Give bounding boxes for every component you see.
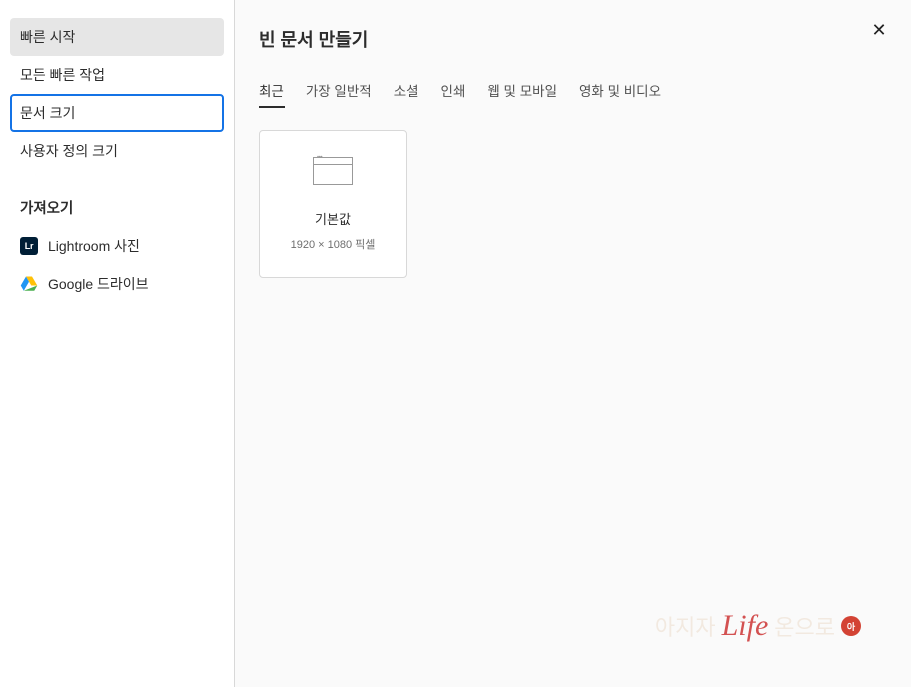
preset-dimensions: 1920 × 1080 픽셀: [291, 236, 376, 252]
tab-common[interactable]: 가장 일반적: [306, 80, 372, 108]
sidebar-item-google-drive[interactable]: Google 드라이브: [10, 265, 224, 303]
tab-web-mobile[interactable]: 웹 및 모바일: [487, 80, 557, 108]
close-button[interactable]: ✕: [867, 18, 891, 42]
sidebar-item-quick-start[interactable]: 빠른 시작: [10, 18, 224, 56]
import-section-title: 가져오기: [10, 188, 224, 227]
tab-list: 최근 가장 일반적 소셜 인쇄 웹 및 모바일 영화 및 비디오: [259, 80, 887, 108]
watermark-text: Life: [722, 609, 769, 643]
tab-label: 영화 및 비디오: [579, 84, 661, 99]
sidebar-item-label: Google 드라이브: [48, 274, 149, 294]
sidebar: 빠른 시작 모든 빠른 작업 문서 크기 사용자 정의 크기 가져오기 Lr L…: [0, 0, 235, 687]
main-panel: ✕ 빈 문서 만들기 최근 가장 일반적 소셜 인쇄 웹 및 모바일 영화 및 …: [235, 0, 911, 687]
watermark-seal-icon: 아: [841, 616, 861, 636]
tab-label: 웹 및 모바일: [487, 84, 557, 99]
sidebar-item-lightroom[interactable]: Lr Lightroom 사진: [10, 227, 224, 265]
sidebar-item-label: 문서 크기: [20, 103, 75, 123]
watermark: 아지자 Life 온으로 아: [655, 609, 861, 643]
preset-name: 기본값: [315, 209, 351, 228]
preset-card-default[interactable]: 기본값 1920 × 1080 픽셀: [259, 130, 407, 278]
sidebar-item-label: 빠른 시작: [20, 27, 75, 47]
sidebar-item-label: Lightroom 사진: [48, 236, 140, 256]
tab-social[interactable]: 소셜: [394, 80, 419, 108]
preset-grid: 기본값 1920 × 1080 픽셀: [259, 130, 887, 278]
page-title: 빈 문서 만들기: [259, 26, 887, 52]
close-icon: ✕: [871, 20, 886, 41]
sidebar-item-all-quick-actions[interactable]: 모든 빠른 작업: [10, 56, 224, 94]
tab-label: 인쇄: [441, 84, 466, 99]
watermark-faded-text: 온으로: [774, 610, 835, 642]
tab-label: 가장 일반적: [306, 84, 372, 99]
lightroom-icon: Lr: [20, 237, 38, 255]
sidebar-item-label: 모든 빠른 작업: [20, 65, 105, 85]
sidebar-item-label: 사용자 정의 크기: [20, 141, 118, 161]
sidebar-item-document-size[interactable]: 문서 크기: [10, 94, 224, 132]
tab-label: 소셜: [394, 84, 419, 99]
google-drive-icon: [20, 275, 38, 293]
sidebar-item-custom-size[interactable]: 사용자 정의 크기: [10, 132, 224, 170]
tab-video[interactable]: 영화 및 비디오: [579, 80, 661, 108]
watermark-faded-text: 아지자: [655, 610, 716, 642]
tab-recent[interactable]: 최근: [259, 80, 284, 108]
tab-label: 최근: [259, 84, 284, 99]
document-thumb-icon: [313, 157, 353, 185]
tab-print[interactable]: 인쇄: [441, 80, 466, 108]
